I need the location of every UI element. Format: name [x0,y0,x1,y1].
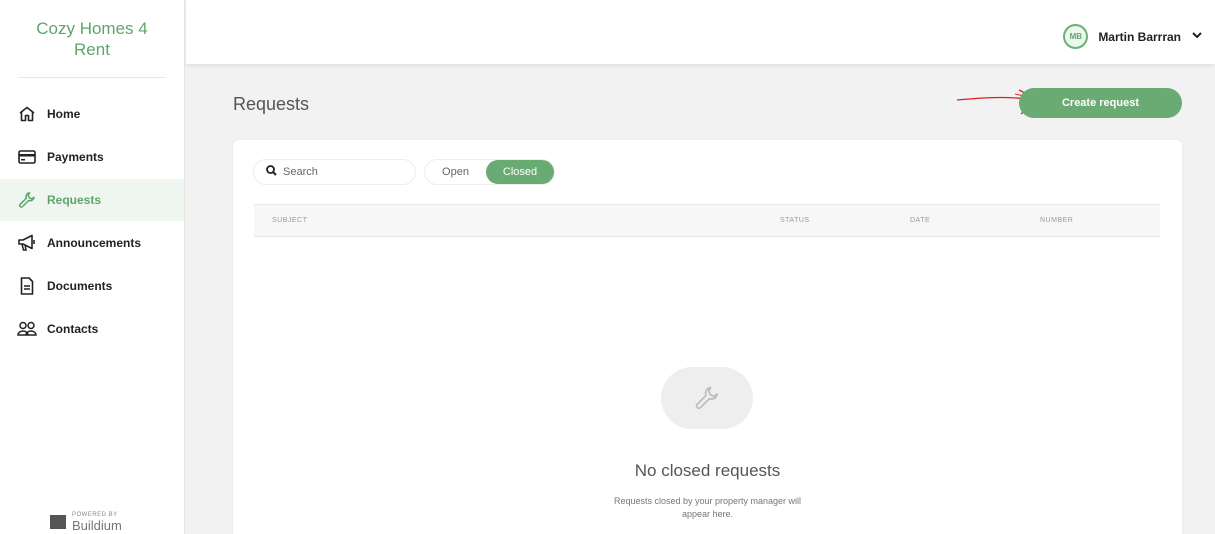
user-name[interactable]: Martin Barrran [1098,30,1181,44]
page-title: Requests [233,94,310,114]
wrench-icon [17,190,37,210]
column-header-date[interactable]: DATE [910,217,930,224]
search-input[interactable] [283,166,403,178]
requests-card: Open Closed SUBJECT STATUS DATE NUMBER N… [233,140,1182,534]
credit-card-icon [17,147,37,167]
sidebar-item-label: Payments [47,150,104,164]
empty-state-wrench-icon [661,367,753,429]
buildium-wordmark: Buildium [72,518,122,533]
status-filter-toggle: Open Closed [424,159,555,185]
table-header: SUBJECT STATUS DATE NUMBER [254,204,1160,237]
sidebar-item-label: Documents [47,279,113,293]
sidebar-item-label: Requests [47,193,102,207]
document-icon [17,276,37,296]
sidebar-item-documents[interactable]: Documents [0,265,184,307]
column-header-status[interactable]: STATUS [780,217,810,224]
sidebar-item-payments[interactable]: Payments [0,136,184,178]
empty-state-description-line-2: appear here. [681,509,734,519]
sidebar: Cozy Homes 4 Rent Home Payments Requests … [0,0,185,534]
home-icon [17,104,37,124]
sidebar-item-label: Announcements [47,236,142,250]
sidebar-item-contacts[interactable]: Contacts [0,308,184,350]
brand-line-1: Cozy Homes 4 [36,18,148,38]
empty-state-title: No closed requests [634,461,781,480]
empty-state-description: Requests closed by your property manager… [233,495,1182,521]
contacts-icon [17,319,37,339]
avatar[interactable]: MB [1063,24,1089,49]
brand-logo[interactable]: Cozy Homes 4 Rent [18,0,166,78]
filter-closed-button[interactable]: Closed [486,160,554,184]
brand-line-2: Rent [74,39,110,59]
empty-state-description-line-1: Requests closed by your property manager… [613,496,802,506]
sidebar-item-requests[interactable]: Requests [0,179,184,221]
create-request-button[interactable]: Create request [1019,88,1182,118]
user-menu[interactable]: MB Martin Barrran [1063,24,1203,49]
search-icon [266,163,277,181]
filter-open-button[interactable]: Open [425,160,486,184]
sidebar-item-home[interactable]: Home [0,93,184,135]
column-header-number[interactable]: NUMBER [1040,217,1073,224]
sidebar-item-label: Contacts [47,322,99,336]
top-bar: MB Martin Barrran [186,0,1215,64]
megaphone-icon [17,233,37,253]
powered-by-logo: POWERED BY Buildium [50,510,122,534]
sidebar-nav: Home Payments Requests Announcements Doc… [0,93,184,350]
sidebar-item-label: Home [47,107,81,121]
search-box[interactable] [253,159,416,185]
chevron-down-icon[interactable] [1191,28,1203,46]
sidebar-item-announcements[interactable]: Announcements [0,222,184,264]
buildium-logo-icon [50,515,66,529]
column-header-subject[interactable]: SUBJECT [272,217,307,224]
